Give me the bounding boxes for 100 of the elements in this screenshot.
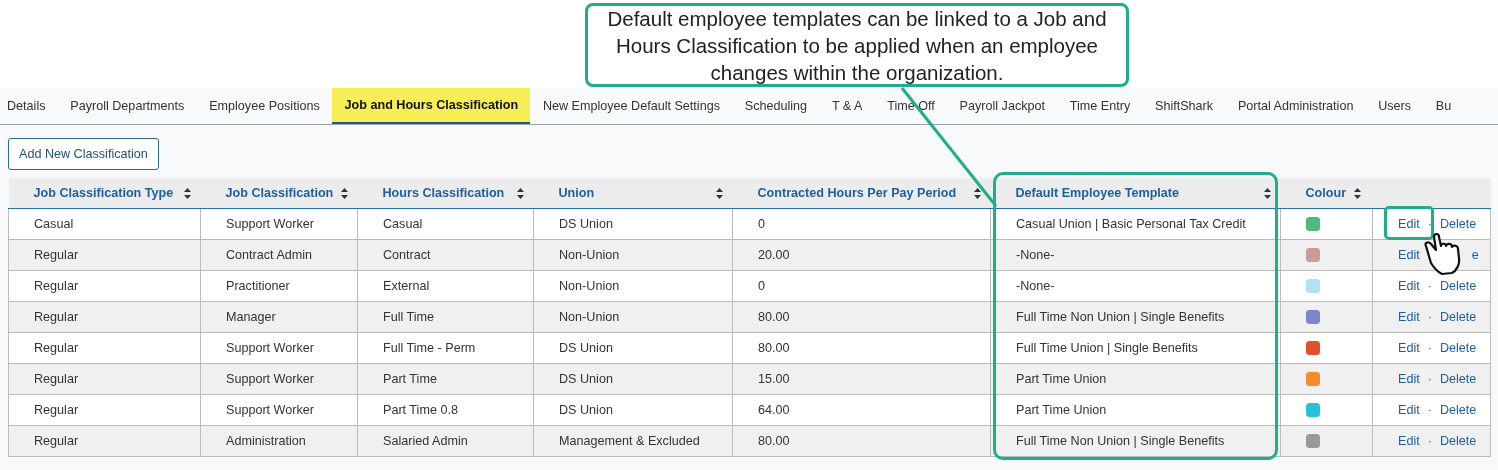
tab[interactable]: Bu [1423, 88, 1464, 124]
table-cell: DS Union [533, 332, 733, 364]
sort-icon[interactable] [1353, 187, 1361, 199]
table-cell: Regular [8, 425, 201, 457]
sort-icon[interactable] [516, 187, 524, 199]
column-title: Job Classification Type [33, 186, 174, 200]
sort-icon[interactable] [973, 187, 981, 199]
separator-dot: · [1427, 372, 1432, 386]
table-cell: Regular [8, 363, 201, 395]
table-cell: Regular [8, 301, 201, 333]
sort-icon[interactable] [340, 187, 348, 199]
tab[interactable]: T & A [819, 88, 875, 124]
delete-link[interactable]: Delete [1439, 434, 1477, 448]
tab[interactable]: Time Off [874, 88, 948, 124]
table-cell: Contract [357, 239, 534, 271]
column-title: Union [558, 186, 595, 200]
add-classification-button[interactable]: Add New Classification [8, 138, 159, 170]
column-title: Contracted Hours Per Pay Period [757, 186, 957, 200]
column-header[interactable]: Hours Classification [357, 178, 534, 209]
table-cell: -None- [990, 239, 1281, 271]
table-cell: 15.00 [732, 363, 991, 395]
edit-link[interactable]: Edit [1398, 279, 1420, 293]
table-cell: Part Time Union [990, 363, 1281, 395]
delete-link[interactable]: Delete [1439, 310, 1477, 324]
column-header[interactable]: Colour [1280, 178, 1373, 209]
table-cell: Casual [357, 208, 534, 240]
table-cell: Support Worker [200, 208, 358, 240]
edit-link[interactable]: Edit [1398, 217, 1420, 231]
column-header[interactable]: Job Classification [200, 178, 358, 209]
delete-link[interactable]: Delete [1439, 341, 1477, 355]
sort-icon[interactable] [183, 187, 191, 199]
edit-highlight [1384, 206, 1434, 240]
callout: Default employee templates can be linked to a Job and Hours Classification to be applied when an employee changes within the organization. [585, 3, 1129, 87]
tab[interactable]: New Employee Default Settings [530, 88, 733, 124]
column-title: Default Employee Template [1015, 186, 1180, 200]
table-cell: Manager [200, 301, 358, 333]
table-cell: 80.00 [732, 332, 991, 364]
tab[interactable]: Employee Positions [196, 88, 333, 124]
table-cell: Practitioner [200, 270, 358, 302]
delete-link[interactable]: e [1471, 248, 1479, 262]
tab[interactable]: Job and Hours Classification [332, 88, 531, 124]
table-cell: 80.00 [732, 301, 991, 333]
tab[interactable]: Details [0, 88, 58, 124]
column-title: Job Classification [225, 186, 334, 200]
table-cell: Regular [8, 394, 201, 426]
separator-dot: · [1427, 403, 1432, 417]
delete-link[interactable]: Delete [1439, 279, 1477, 293]
delete-link[interactable]: Delete [1439, 372, 1477, 386]
sort-icon[interactable] [715, 187, 723, 199]
table-cell: Support Worker [200, 363, 358, 395]
column-header[interactable]: Default Employee Template [990, 178, 1281, 209]
table-cell: Casual [8, 208, 201, 240]
edit-link[interactable]: Edit [1398, 434, 1420, 448]
sort-icon[interactable] [1263, 187, 1271, 199]
table-cell: Contract Admin [200, 239, 358, 271]
table-cell: Support Worker [200, 332, 358, 364]
tab[interactable]: ShiftShark [1142, 88, 1226, 124]
separator-dot: · [1427, 341, 1432, 355]
table-cell: 64.00 [732, 394, 991, 426]
separator-dot: · [1427, 217, 1432, 231]
table-cell: 20.00 [732, 239, 991, 271]
column-title: Hours Classification [382, 186, 505, 200]
table-cell: 0 [732, 270, 991, 302]
column-header[interactable]: Contracted Hours Per Pay Period [732, 178, 991, 209]
edit-link[interactable]: Edit [1398, 248, 1420, 262]
table-cell: Part Time Union [990, 394, 1281, 426]
table-cell: Management & Excluded [533, 425, 733, 457]
table-cell: Part Time [357, 363, 534, 395]
tab[interactable]: Time Entry [1057, 88, 1143, 124]
separator-dot: · [1427, 434, 1432, 448]
table-cell: Part Time 0.8 [357, 394, 534, 426]
table-cell: Full Time [357, 301, 534, 333]
tab[interactable]: Users [1365, 88, 1424, 124]
column-title: Colour [1305, 186, 1347, 200]
column-header[interactable]: Union [533, 178, 733, 209]
edit-link[interactable]: Edit [1398, 372, 1420, 386]
delete-link[interactable]: Delete [1439, 217, 1477, 231]
separator-dot: · [1427, 310, 1432, 324]
table-cell: Administration [200, 425, 358, 457]
table-cell: 0 [732, 208, 991, 240]
edit-link[interactable]: Edit [1398, 403, 1420, 417]
table-cell: -None- [990, 270, 1281, 302]
table-cell: Salaried Admin [357, 425, 534, 457]
table-cell: Full Time Non Union | Single Benefits [990, 301, 1281, 333]
table-cell: Non-Union [533, 239, 733, 271]
table-cell: Support Worker [200, 394, 358, 426]
edit-link[interactable]: Edit [1398, 341, 1420, 355]
tab[interactable]: Payroll Departments [57, 88, 197, 124]
separator-dot: · [1427, 279, 1432, 293]
tab[interactable]: Portal Administration [1225, 88, 1366, 124]
edit-link[interactable]: Edit [1398, 310, 1420, 324]
tab[interactable]: Payroll Jackpot [947, 88, 1058, 124]
table-cell: Full Time Non Union | Single Benefits [990, 425, 1281, 457]
table-cell: Regular [8, 270, 201, 302]
table-cell: DS Union [533, 394, 733, 426]
table-cell: Full Time Union | Single Benefits [990, 332, 1281, 364]
column-header[interactable]: Job Classification Type [8, 178, 201, 209]
table-cell: Casual Union | Basic Personal Tax Credit [990, 208, 1281, 240]
tab[interactable]: Scheduling [732, 88, 820, 124]
delete-link[interactable]: Delete [1439, 403, 1477, 417]
